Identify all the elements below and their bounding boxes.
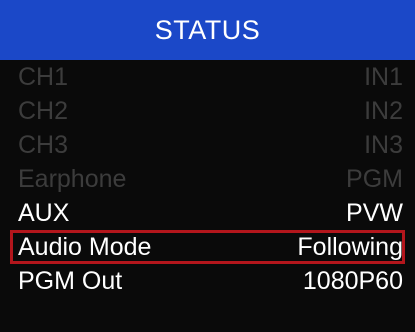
menu-row-value: IN2 <box>364 97 403 125</box>
menu-row-ch2[interactable]: CH2 IN2 <box>0 94 415 128</box>
menu-row-label: CH1 <box>18 63 69 91</box>
menu-row-aux[interactable]: AUX PVW <box>0 196 415 230</box>
menu-row-value: IN1 <box>364 63 403 91</box>
menu-row-label: PGM Out <box>18 267 123 295</box>
menu-row-ch1[interactable]: CH1 IN1 <box>0 60 415 94</box>
status-header: STATUS <box>0 0 415 60</box>
menu-row-value: Following <box>297 233 403 261</box>
menu-row-earphone[interactable]: Earphone PGM <box>0 162 415 196</box>
menu-row-label: AUX <box>18 199 70 227</box>
menu-row-value: 1080P60 <box>302 267 403 295</box>
menu-row-value: PVW <box>346 199 403 227</box>
menu-row-audio-mode[interactable]: Audio Mode Following <box>10 230 405 264</box>
menu-row-label: CH3 <box>18 131 69 159</box>
page-title: STATUS <box>154 14 261 45</box>
status-screen: STATUS CH1 IN1 CH2 IN2 CH3 IN3 Earphone … <box>0 0 415 332</box>
menu-row-pgm-out[interactable]: PGM Out 1080P60 <box>0 264 415 298</box>
menu-row-label: Earphone <box>18 165 127 193</box>
status-list: CH1 IN1 CH2 IN2 CH3 IN3 Earphone PGM AUX… <box>0 60 415 298</box>
menu-row-ch3[interactable]: CH3 IN3 <box>0 128 415 162</box>
menu-row-value: IN3 <box>364 131 403 159</box>
menu-row-value: PGM <box>346 165 403 193</box>
menu-row-label: CH2 <box>18 97 69 125</box>
menu-row-label: Audio Mode <box>18 233 152 261</box>
